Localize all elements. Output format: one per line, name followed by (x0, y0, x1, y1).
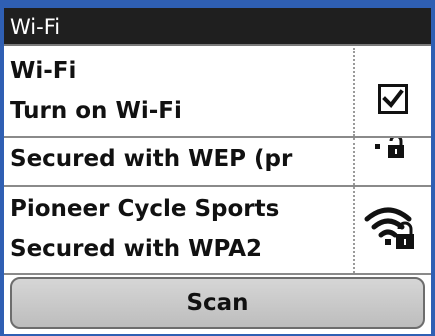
wifi-toggle-subtitle: Turn on Wi-Fi (10, 98, 182, 124)
network-name: Pioneer Cycle Sports (10, 196, 280, 222)
row-divider (353, 138, 355, 185)
device-frame: Wi-Fi Wi-Fi Turn on Wi-Fi Secured with W… (0, 0, 435, 336)
wifi-toggle-text: Wi-Fi Turn on Wi-Fi (10, 51, 348, 131)
text-fade (318, 138, 348, 181)
network-security: Secured with WEP (pr (10, 146, 293, 172)
wifi-screen: Wi-Fi Wi-Fi Turn on Wi-Fi Secured with W… (4, 8, 431, 334)
network-signal (356, 187, 431, 273)
wifi-locked-icon (364, 207, 414, 249)
row-divider (353, 48, 355, 136)
wifi-checkbox[interactable] (378, 84, 408, 114)
checkmark-icon (382, 89, 404, 109)
row-divider (353, 187, 355, 273)
network-item[interactable]: Secured with WEP (pr (4, 138, 431, 187)
network-item[interactable]: Pioneer Cycle Sports Secured with WPA2 (4, 187, 431, 275)
network-security: Secured with WPA2 (10, 236, 263, 262)
network-text: Secured with WEP (pr (10, 138, 348, 181)
network-text: Pioneer Cycle Sports Secured with WPA2 (10, 189, 348, 269)
page-title: Wi-Fi (4, 8, 431, 46)
scan-button[interactable]: Scan (10, 277, 425, 329)
wifi-toggle-title: Wi-Fi (10, 58, 77, 84)
wifi-toggle-side (356, 48, 431, 136)
wifi-toggle-row[interactable]: Wi-Fi Turn on Wi-Fi (4, 48, 431, 138)
wifi-locked-icon (375, 138, 404, 158)
network-signal (356, 138, 431, 185)
